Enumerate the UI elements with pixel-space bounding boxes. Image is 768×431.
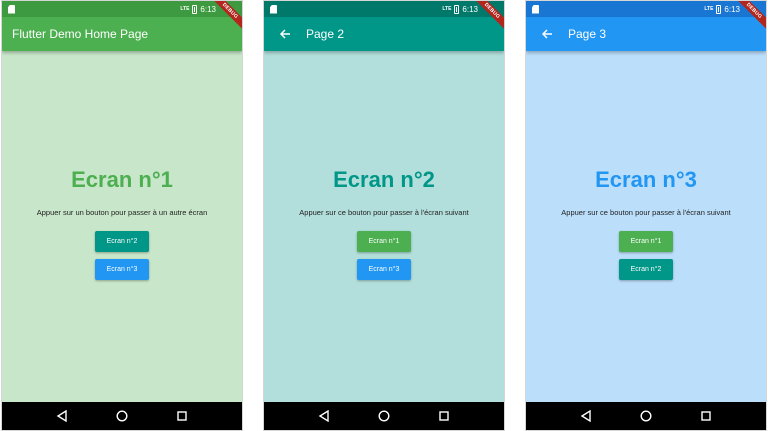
go-screen-1-button[interactable]: Ecran n°1 — [619, 231, 673, 252]
sd-card-icon — [532, 4, 539, 14]
app-bar-title: Flutter Demo Home Page — [12, 27, 149, 41]
lte-icon: LTE — [704, 5, 714, 12]
triangle-back-icon[interactable] — [314, 406, 334, 426]
status-time: 6:13 — [462, 4, 478, 14]
status-bar: LTE 6:13 — [526, 1, 766, 17]
battery-icon — [192, 4, 198, 14]
instruction-text: Appuer sur un bouton pour passer à un au… — [36, 208, 208, 217]
square-recents-icon[interactable] — [434, 406, 454, 426]
circle-home-icon[interactable] — [374, 406, 394, 426]
sd-card-icon — [8, 4, 15, 14]
system-nav-bar — [264, 402, 504, 430]
system-nav-bar — [526, 402, 766, 430]
go-screen-3-button[interactable]: Ecran n°3 — [357, 259, 411, 280]
go-screen-1-button[interactable]: Ecran n°1 — [357, 231, 411, 252]
lte-icon: LTE — [442, 5, 452, 12]
status-bar: LTE 6:13 — [264, 1, 504, 17]
app-bar: Page 2 — [264, 17, 504, 51]
circle-home-icon[interactable] — [636, 406, 656, 426]
instruction-text: Appuer sur ce bouton pour passer à l'écr… — [299, 208, 469, 217]
go-screen-3-button[interactable]: Ecran n°3 — [95, 259, 149, 280]
phone-screen-1: LTE 6:13 DEBUG Flutter Demo Home Page Ec… — [1, 0, 243, 431]
square-recents-icon[interactable] — [172, 406, 192, 426]
app-bar: Flutter Demo Home Page — [2, 17, 242, 51]
screen-heading: Ecran n°1 — [71, 167, 173, 192]
system-nav-bar — [2, 402, 242, 430]
status-time: 6:13 — [724, 4, 740, 14]
screen-body: Ecran n°1 Appuer sur un bouton pour pass… — [2, 51, 242, 402]
app-bar-title: Page 2 — [306, 27, 345, 41]
go-screen-2-button[interactable]: Ecran n°2 — [619, 259, 673, 280]
phone-screen-3: LTE 6:13 DEBUG Page 3 Ecran n°3 Appuer s… — [525, 0, 767, 431]
status-bar: LTE 6:13 — [2, 1, 242, 17]
phone-screen-2: LTE 6:13 DEBUG Page 2 Ecran n°2 Appuer s… — [263, 0, 505, 431]
sd-card-icon — [270, 4, 277, 14]
screen-body: Ecran n°3 Appuer sur ce bouton pour pass… — [526, 51, 766, 402]
go-screen-2-button[interactable]: Ecran n°2 — [95, 231, 149, 252]
battery-icon — [716, 4, 722, 14]
app-bar: Page 3 — [526, 17, 766, 51]
triangle-back-icon[interactable] — [52, 406, 72, 426]
screen-heading: Ecran n°3 — [595, 167, 697, 192]
screen-body: Ecran n°2 Appuer sur ce bouton pour pass… — [264, 51, 504, 402]
status-time: 6:13 — [200, 4, 216, 14]
circle-home-icon[interactable] — [112, 406, 132, 426]
app-bar-title: Page 3 — [568, 27, 607, 41]
screen-heading: Ecran n°2 — [333, 167, 435, 192]
lte-icon: LTE — [180, 5, 190, 12]
square-recents-icon[interactable] — [696, 406, 716, 426]
battery-icon — [454, 4, 460, 14]
instruction-text: Appuer sur ce bouton pour passer à l'écr… — [561, 208, 731, 217]
triangle-back-icon[interactable] — [576, 406, 596, 426]
arrow-left-icon[interactable] — [532, 17, 562, 51]
arrow-left-icon[interactable] — [270, 17, 300, 51]
